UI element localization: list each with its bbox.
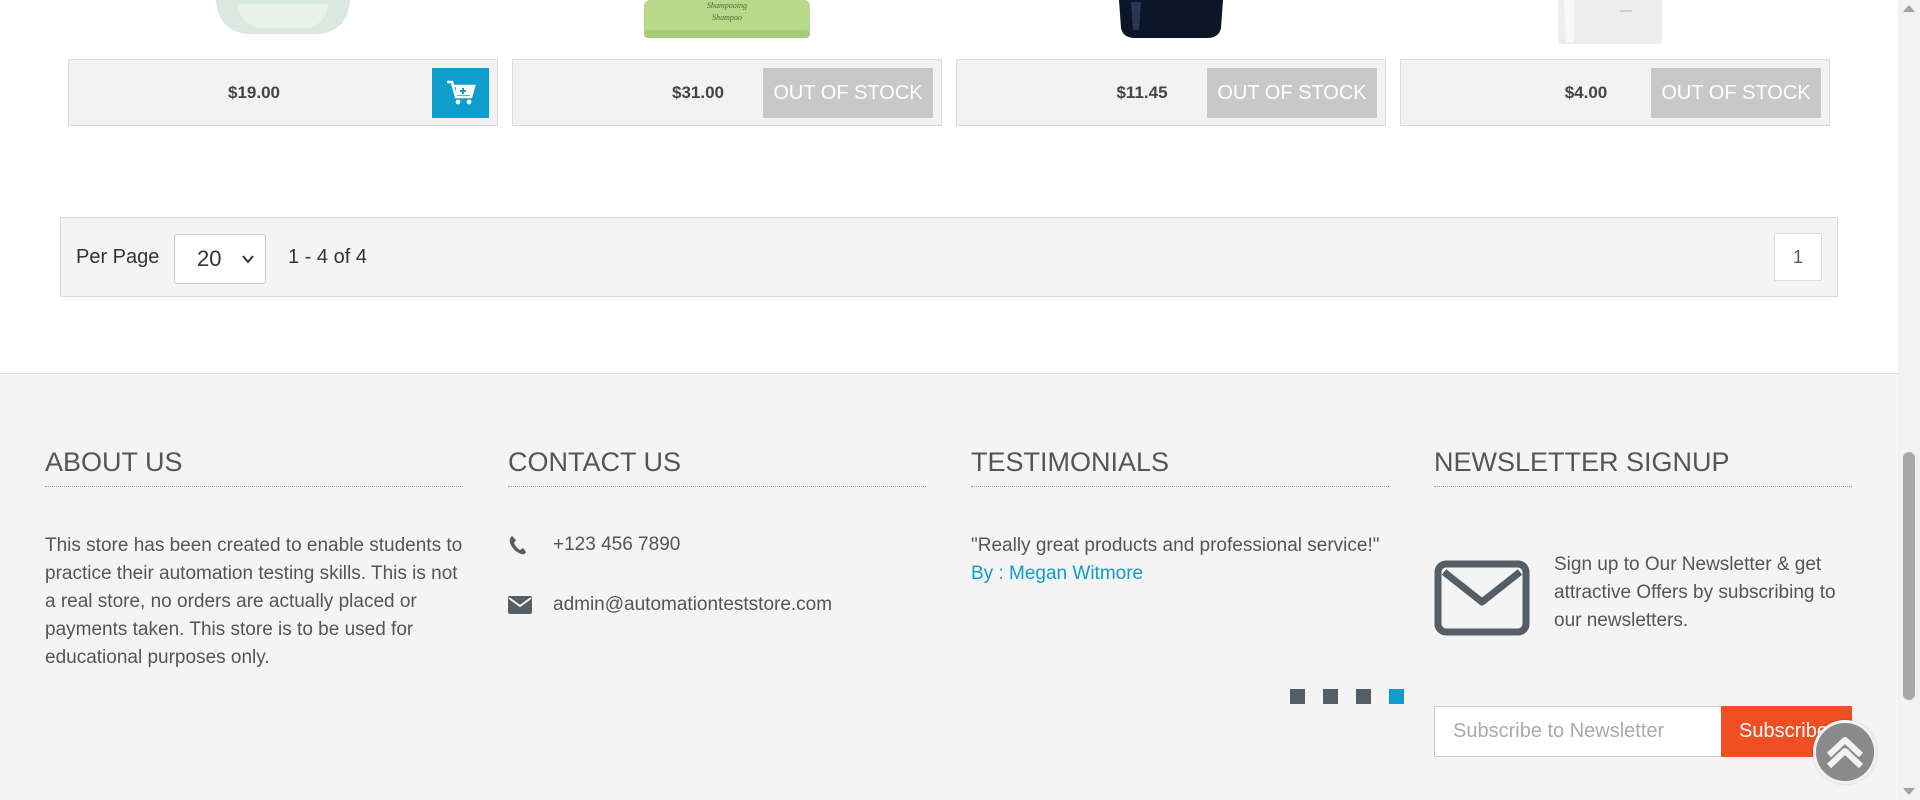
vertical-scrollbar[interactable]: [1898, 0, 1920, 800]
newsletter-section: NEWSLETTER SIGNUP Sign up to Our Newslet…: [1434, 447, 1852, 697]
contact-email: admin@automationteststore.com: [508, 594, 832, 616]
testimonial-quote: "Really great products and professional …: [971, 535, 1380, 556]
contact-phone: +123 456 7890: [508, 534, 680, 556]
contact-us-section: CONTACT US +123 456 7890 admin@automatio…: [508, 447, 926, 647]
price-box: $4.00 OUT OF STOCK: [1400, 59, 1830, 126]
about-us-text: This store has been created to enable st…: [45, 535, 463, 668]
svg-text:Shampoo: Shampoo: [712, 13, 742, 22]
testimonials-section: TESTIMONIALS "Really great products and …: [971, 447, 1389, 588]
chevron-down-icon: [241, 235, 255, 303]
testimonial-slider-dots: [1290, 689, 1404, 704]
contact-phone-text: +123 456 7890: [553, 534, 681, 555]
product-image[interactable]: [1111, 0, 1231, 44]
testimonial-author[interactable]: By : Megan Witmore: [971, 560, 1389, 588]
results-range: 1 - 4 of 4: [288, 246, 367, 268]
slider-dot[interactable]: [1290, 689, 1305, 704]
product-image[interactable]: [1550, 0, 1670, 44]
per-page-value: 20: [197, 246, 222, 271]
slider-dot[interactable]: [1323, 689, 1338, 704]
price-box: $31.00 OUT OF STOCK: [512, 59, 942, 126]
about-us-section: ABOUT US This store has been created to …: [45, 447, 463, 672]
chevron-up-icon: [1826, 737, 1864, 769]
out-of-stock-button: OUT OF STOCK: [1207, 68, 1377, 118]
back-to-top-button[interactable]: [1813, 720, 1877, 784]
testimonials-title: TESTIMONIALS: [971, 447, 1389, 487]
scroll-up-arrow[interactable]: [1903, 5, 1915, 12]
product-image[interactable]: [208, 0, 358, 44]
slider-dot-active[interactable]: [1389, 689, 1404, 704]
scroll-thumb[interactable]: [1903, 452, 1915, 700]
product-grid: $19.00 Shampooing Shampoo $31.00 OUT OF …: [0, 0, 1898, 130]
envelope-outline-icon: [1434, 560, 1530, 636]
per-page-select[interactable]: 20: [174, 234, 266, 284]
per-page-label: Per Page: [76, 246, 160, 268]
newsletter-title: NEWSLETTER SIGNUP: [1434, 447, 1852, 487]
out-of-stock-button: OUT OF STOCK: [1651, 68, 1821, 118]
pagination-bar: Per Page 20 1 - 4 of 4 1: [60, 217, 1838, 297]
scroll-down-arrow[interactable]: [1903, 788, 1915, 795]
contact-us-title: CONTACT US: [508, 447, 926, 487]
slider-dot[interactable]: [1356, 689, 1371, 704]
out-of-stock-button: OUT OF STOCK: [763, 68, 933, 118]
newsletter-text: Sign up to Our Newsletter & get attracti…: [1554, 554, 1836, 631]
about-us-title: ABOUT US: [45, 447, 463, 487]
add-to-cart-button[interactable]: [432, 68, 489, 118]
price-box: $11.45 OUT OF STOCK: [956, 59, 1386, 126]
phone-icon: [508, 534, 553, 556]
product-price: $19.00: [228, 83, 280, 102]
price-box: $19.00: [68, 59, 498, 126]
product-image[interactable]: Shampooing Shampoo: [642, 0, 812, 44]
page-button-1[interactable]: 1: [1774, 233, 1822, 281]
contact-email-text[interactable]: admin@automationteststore.com: [553, 594, 832, 616]
newsletter-email-input[interactable]: Subscribe to Newsletter: [1434, 706, 1722, 757]
envelope-icon: [508, 596, 553, 614]
cart-plus-icon: [446, 80, 476, 105]
svg-text:Shampooing: Shampooing: [707, 1, 747, 10]
